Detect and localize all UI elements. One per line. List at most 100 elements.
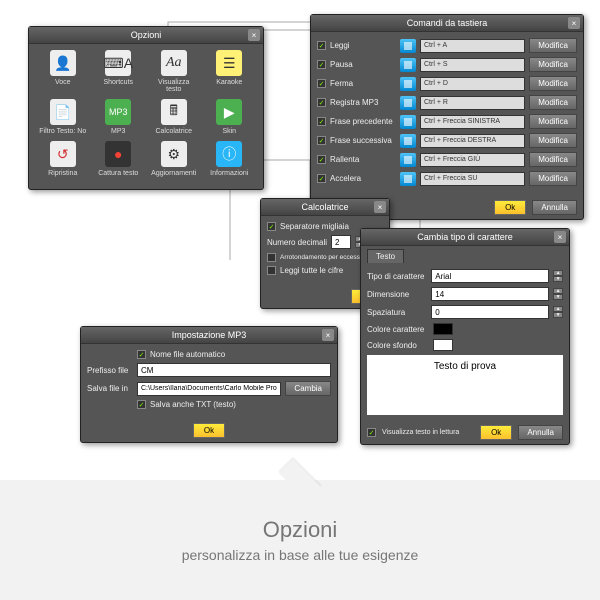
checkbox-view-reading[interactable]: ✓	[367, 428, 376, 437]
opt-aggiornamenti[interactable]: ⚙Aggiornamenti	[150, 141, 198, 177]
title-mp3: Impostazione MP3	[172, 330, 247, 340]
label-bgcolor: Colore sfondo	[367, 341, 429, 350]
action-icon	[400, 58, 416, 72]
label-font: Tipo di carattere	[367, 272, 427, 281]
label-prefix: Prefisso file	[87, 366, 133, 375]
checkbox-leggitutte[interactable]	[267, 266, 276, 275]
font-preview: Testo di prova	[367, 355, 563, 415]
shortcut-combo[interactable]: Ctrl + S	[420, 58, 525, 72]
opt-informazioni[interactable]: ⓘInformazioni	[205, 141, 253, 177]
input-font[interactable]	[431, 269, 549, 283]
input-decimali[interactable]	[331, 235, 351, 249]
opt-shortcuts[interactable]: ⌨AShortcuts	[94, 50, 142, 93]
shortcut-combo[interactable]: Ctrl + R	[420, 96, 525, 110]
swatch-bgcolor[interactable]	[433, 339, 453, 351]
input-folder[interactable]	[137, 382, 281, 396]
input-size[interactable]	[431, 287, 549, 301]
close-icon[interactable]: ×	[374, 201, 386, 213]
checkbox-auto-filename[interactable]: ✓	[137, 350, 146, 359]
shortcut-combo[interactable]: Ctrl + Freccia SINISTRA	[420, 115, 525, 129]
label-decimali: Numero decimali	[267, 238, 327, 247]
titlebar-carattere: Cambia tipo di carattere ×	[361, 229, 569, 246]
label-size: Dimensione	[367, 290, 427, 299]
spinner-spacing[interactable]: ▲▼	[553, 306, 563, 318]
shortcut-label: Accelera	[330, 174, 396, 183]
window-mp3: Impostazione MP3 × ✓ Nome file automatico…	[80, 326, 338, 443]
info-icon: ⓘ	[216, 141, 242, 167]
window-carattere: Cambia tipo di carattere × Testo Tipo di…	[360, 228, 570, 445]
ok-button[interactable]: Ok	[480, 425, 512, 440]
shortcut-combo[interactable]: Ctrl + A	[420, 39, 525, 53]
checkbox-shortcut[interactable]: ✓	[317, 60, 326, 69]
close-icon[interactable]: ×	[248, 29, 260, 41]
checkbox-shortcut[interactable]: ✓	[317, 136, 326, 145]
input-prefix[interactable]	[137, 363, 331, 377]
modify-button[interactable]: Modifica	[529, 57, 577, 72]
modify-button[interactable]: Modifica	[529, 171, 577, 186]
capture-icon: ●	[105, 141, 131, 167]
opt-voce[interactable]: 👤Voce	[39, 50, 87, 93]
checkbox-shortcut[interactable]: ✓	[317, 155, 326, 164]
spinner-font[interactable]: ▲▼	[553, 270, 563, 282]
opt-filtro-testo[interactable]: 📄Filtro Testo: No	[39, 99, 87, 135]
modify-button[interactable]: Modifica	[529, 114, 577, 129]
shortcut-label: Registra MP3	[330, 98, 396, 107]
checkbox-save-txt[interactable]: ✓	[137, 400, 146, 409]
keyboard-icon: ⌨A	[105, 50, 131, 76]
font-icon: Aa	[161, 50, 187, 76]
close-icon[interactable]: ×	[322, 329, 334, 341]
label-auto-filename: Nome file automatico	[150, 350, 225, 359]
opt-calcolatrice[interactable]: 🖩Calcolatrice	[150, 99, 198, 135]
close-icon[interactable]: ×	[568, 17, 580, 29]
opt-ripristina[interactable]: ↺Ripristina	[39, 141, 87, 177]
checkbox-shortcut[interactable]: ✓	[317, 41, 326, 50]
cancel-button[interactable]: Annulla	[532, 200, 577, 215]
karaoke-icon: ☰	[216, 50, 242, 76]
modify-button[interactable]: Modifica	[529, 152, 577, 167]
checkbox-separatore[interactable]: ✓	[267, 222, 276, 231]
opt-mp3[interactable]: MP3MP3	[94, 99, 142, 135]
change-button[interactable]: Cambia	[285, 381, 331, 396]
shortcut-combo[interactable]: Ctrl + Freccia DESTRA	[420, 134, 525, 148]
tab-testo[interactable]: Testo	[367, 249, 404, 263]
modify-button[interactable]: Modifica	[529, 76, 577, 91]
modify-button[interactable]: Modifica	[529, 133, 577, 148]
swatch-charcolor[interactable]	[433, 323, 453, 335]
updates-icon: ⚙	[161, 141, 187, 167]
checkbox-shortcut[interactable]: ✓	[317, 117, 326, 126]
titlebar-mp3: Impostazione MP3 ×	[81, 327, 337, 344]
checkbox-shortcut[interactable]: ✓	[317, 79, 326, 88]
label-separatore: Separatore migliaia	[280, 222, 349, 231]
ok-button[interactable]: Ok	[193, 423, 225, 438]
voice-icon: 👤	[50, 50, 76, 76]
close-icon[interactable]: ×	[554, 231, 566, 243]
label-charcolor: Colore carattere	[367, 325, 429, 334]
action-icon	[400, 115, 416, 129]
shortcut-combo[interactable]: Ctrl + Freccia SU	[420, 172, 525, 186]
opt-skin[interactable]: ▶Skin	[205, 99, 253, 135]
shortcut-combo[interactable]: Ctrl + D	[420, 77, 525, 91]
checkbox-shortcut[interactable]: ✓	[317, 174, 326, 183]
modify-button[interactable]: Modifica	[529, 38, 577, 53]
spinner-size[interactable]: ▲▼	[553, 288, 563, 300]
label-leggitutte: Leggi tutte le cifre	[280, 266, 343, 275]
label-save-txt: Salva anche TXT (testo)	[150, 400, 236, 409]
action-icon	[400, 172, 416, 186]
label-folder: Salva file in	[87, 384, 133, 393]
checkbox-arrotondamento[interactable]	[267, 253, 276, 262]
input-spacing[interactable]	[431, 305, 549, 319]
label-view-reading: Visualizza testo in lettura	[382, 429, 474, 436]
opt-visualizza-testo[interactable]: AaVisualizza testo	[150, 50, 198, 93]
canvas: Opzioni × 👤Voce ⌨AShortcuts AaVisualizza…	[0, 0, 600, 480]
cancel-button[interactable]: Annulla	[518, 425, 563, 440]
skin-icon: ▶	[216, 99, 242, 125]
checkbox-shortcut[interactable]: ✓	[317, 98, 326, 107]
opt-cattura-testo[interactable]: ●Cattura testo	[94, 141, 142, 177]
title-carattere: Cambia tipo di carattere	[417, 232, 513, 242]
modify-button[interactable]: Modifica	[529, 95, 577, 110]
ok-button[interactable]: Ok	[494, 200, 526, 215]
mp3-icon: MP3	[105, 99, 131, 125]
titlebar-opzioni: Opzioni ×	[29, 27, 263, 44]
shortcut-combo[interactable]: Ctrl + Freccia GIÙ	[420, 153, 525, 167]
opt-karaoke[interactable]: ☰Karaoke	[205, 50, 253, 93]
